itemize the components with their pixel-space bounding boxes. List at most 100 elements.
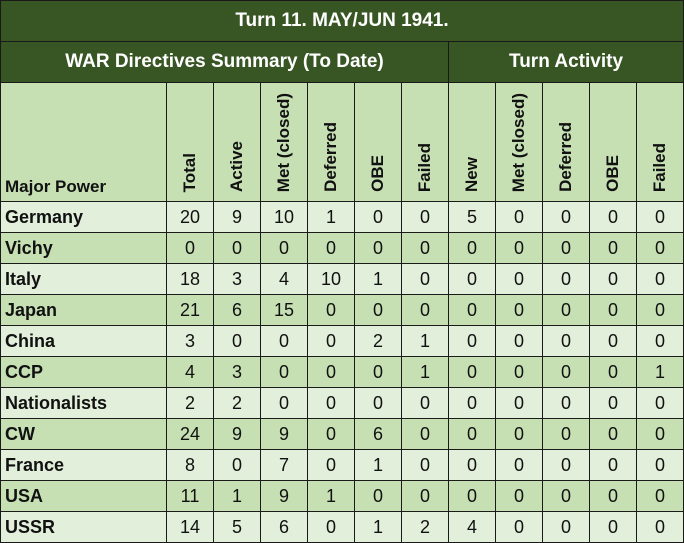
major-power-cell: Japan <box>0 294 167 326</box>
column-header-activity-obe: OBE <box>589 82 637 202</box>
value-cell: 0 <box>589 294 637 326</box>
column-header-label: Total <box>180 152 199 192</box>
value-cell: 0 <box>589 356 637 388</box>
value-cell: 0 <box>495 387 543 419</box>
value-cell: 0 <box>401 480 449 512</box>
value-cell: 0 <box>589 480 637 512</box>
value-cell: 0 <box>401 418 449 450</box>
value-cell: 0 <box>542 449 590 481</box>
table-row: France 8 0 7 0 1 0 0 0 0 0 0 <box>0 449 684 481</box>
column-header-label: Met (closed) <box>274 92 293 192</box>
value-cell: 0 <box>448 418 496 450</box>
value-cell: 0 <box>307 449 355 481</box>
value-cell: 0 <box>635 263 684 295</box>
value-cell: 0 <box>307 418 355 450</box>
group-summary-header: WAR Directives Summary (To Date) <box>0 41 449 83</box>
value-cell: 0 <box>495 325 543 357</box>
value-cell: 24 <box>166 418 214 450</box>
table-row: Japan 21 6 15 0 0 0 0 0 0 0 0 <box>0 294 684 326</box>
value-cell: 1 <box>307 201 355 233</box>
value-cell: 0 <box>495 356 543 388</box>
table-body: Germany 20 9 10 1 0 0 5 0 0 0 0 Vichy 0 0 0 0 0 0 0 0 0 0 0 Ital… <box>0 201 684 543</box>
major-power-cell: Vichy <box>0 232 167 264</box>
value-cell: 4 <box>260 263 308 295</box>
value-cell: 0 <box>354 480 402 512</box>
major-power-cell: CW <box>0 418 167 450</box>
value-cell: 0 <box>260 356 308 388</box>
value-cell: 0 <box>495 201 543 233</box>
value-cell: 1 <box>635 356 684 388</box>
value-cell: 9 <box>213 201 261 233</box>
value-cell: 0 <box>307 294 355 326</box>
value-cell: 2 <box>354 325 402 357</box>
column-header-summary-failed: Failed <box>401 82 449 202</box>
value-cell: 0 <box>635 480 684 512</box>
table-title: Turn 11. MAY/JUN 1941. <box>0 0 684 42</box>
value-cell: 0 <box>495 480 543 512</box>
value-cell: 11 <box>166 480 214 512</box>
value-cell: 0 <box>635 387 684 419</box>
value-cell: 0 <box>635 201 684 233</box>
value-cell: 0 <box>542 480 590 512</box>
value-cell: 0 <box>542 356 590 388</box>
table-row: USA 11 1 9 1 0 0 0 0 0 0 0 <box>0 480 684 512</box>
value-cell: 0 <box>401 387 449 419</box>
column-header-major-power: Major Power <box>0 82 167 202</box>
column-header-label: Met (closed) <box>509 92 528 192</box>
column-header-label: Deferred <box>556 122 575 192</box>
column-header-activity-new: New <box>448 82 496 202</box>
value-cell: 0 <box>401 232 449 264</box>
value-cell: 2 <box>213 387 261 419</box>
major-power-cell: USA <box>0 480 167 512</box>
value-cell: 20 <box>166 201 214 233</box>
value-cell: 0 <box>213 449 261 481</box>
value-cell: 3 <box>213 356 261 388</box>
value-cell: 0 <box>542 201 590 233</box>
value-cell: 8 <box>166 449 214 481</box>
value-cell: 5 <box>448 201 496 233</box>
value-cell: 0 <box>542 387 590 419</box>
value-cell: 6 <box>354 418 402 450</box>
directives-table: Turn 11. MAY/JUN 1941. WAR Directives Su… <box>0 0 684 543</box>
major-power-cell: Italy <box>0 263 167 295</box>
column-header-summary-deferred: Deferred <box>307 82 355 202</box>
value-cell: 2 <box>166 387 214 419</box>
value-cell: 0 <box>589 201 637 233</box>
value-cell: 0 <box>401 263 449 295</box>
value-cell: 0 <box>448 294 496 326</box>
value-cell: 0 <box>260 232 308 264</box>
column-header-summary-active: Active <box>213 82 261 202</box>
value-cell: 0 <box>307 356 355 388</box>
value-cell: 0 <box>542 418 590 450</box>
value-cell: 0 <box>401 294 449 326</box>
value-cell: 0 <box>448 449 496 481</box>
value-cell: 0 <box>635 232 684 264</box>
column-header-label: OBE <box>603 155 622 192</box>
value-cell: 15 <box>260 294 308 326</box>
value-cell: 0 <box>542 325 590 357</box>
value-cell: 0 <box>307 232 355 264</box>
value-cell: 0 <box>354 356 402 388</box>
value-cell: 0 <box>542 294 590 326</box>
table-row: Germany 20 9 10 1 0 0 5 0 0 0 0 <box>0 201 684 233</box>
value-cell: 1 <box>307 480 355 512</box>
value-cell: 0 <box>354 387 402 419</box>
table-row: Nationalists 2 2 0 0 0 0 0 0 0 0 0 <box>0 387 684 419</box>
table-row: Vichy 0 0 0 0 0 0 0 0 0 0 0 <box>0 232 684 264</box>
value-cell: 0 <box>589 418 637 450</box>
column-header-summary-obe: OBE <box>354 82 402 202</box>
value-cell: 1 <box>354 263 402 295</box>
value-cell: 0 <box>354 232 402 264</box>
value-cell: 0 <box>166 232 214 264</box>
value-cell: 0 <box>401 201 449 233</box>
value-cell: 18 <box>166 263 214 295</box>
column-header-label: Failed <box>650 142 669 192</box>
column-header-summary-met-closed: Met (closed) <box>260 82 308 202</box>
column-header-activity-failed: Failed <box>635 82 684 202</box>
value-cell: 0 <box>354 294 402 326</box>
value-cell: 6 <box>213 294 261 326</box>
value-cell: 0 <box>635 325 684 357</box>
value-cell: 0 <box>589 263 637 295</box>
value-cell: 0 <box>401 449 449 481</box>
value-cell: 0 <box>589 232 637 264</box>
